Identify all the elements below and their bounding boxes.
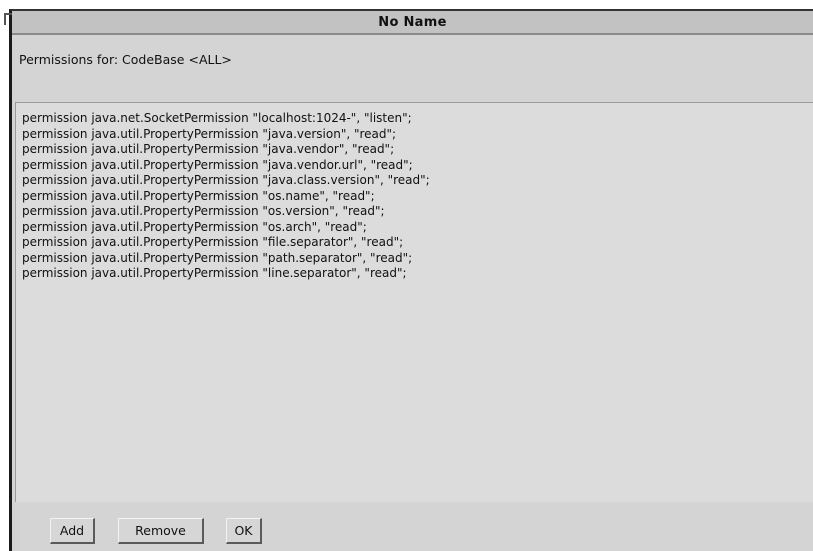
window-title: No Name [378,14,447,30]
permission-line: permission java.util.PropertyPermission … [22,235,404,249]
permissions-label: Permissions for: CodeBase <ALL> [19,52,232,67]
remove-button[interactable]: Remove [118,518,204,544]
window-corner-decoration [4,13,12,25]
permission-line: permission java.util.PropertyPermission … [22,188,375,203]
permission-line: permission java.util.PropertyPermission … [22,219,367,234]
permission-line: permission java.util.PropertyPermission … [22,173,430,187]
add-button[interactable]: Add [50,518,95,544]
permission-line: permission java.util.PropertyPermission … [22,126,397,141]
permission-line: permission java.net.SocketPermission "lo… [22,111,412,125]
permission-line: permission java.util.PropertyPermission … [22,250,413,265]
title-bar[interactable]: No Name [12,11,813,35]
button-row: Add Remove OK [12,518,813,548]
permission-line: permission java.util.PropertyPermission … [22,142,395,156]
permission-line: permission java.util.PropertyPermission … [22,266,407,280]
ok-button[interactable]: OK [226,518,262,544]
permission-line: permission java.util.PropertyPermission … [22,204,385,218]
policy-window: No Name Permissions for: CodeBase <ALL> … [4,9,813,551]
permissions-text-area[interactable]: permission java.net.SocketPermission "lo… [15,102,813,502]
permission-line: permission java.util.PropertyPermission … [22,157,413,172]
